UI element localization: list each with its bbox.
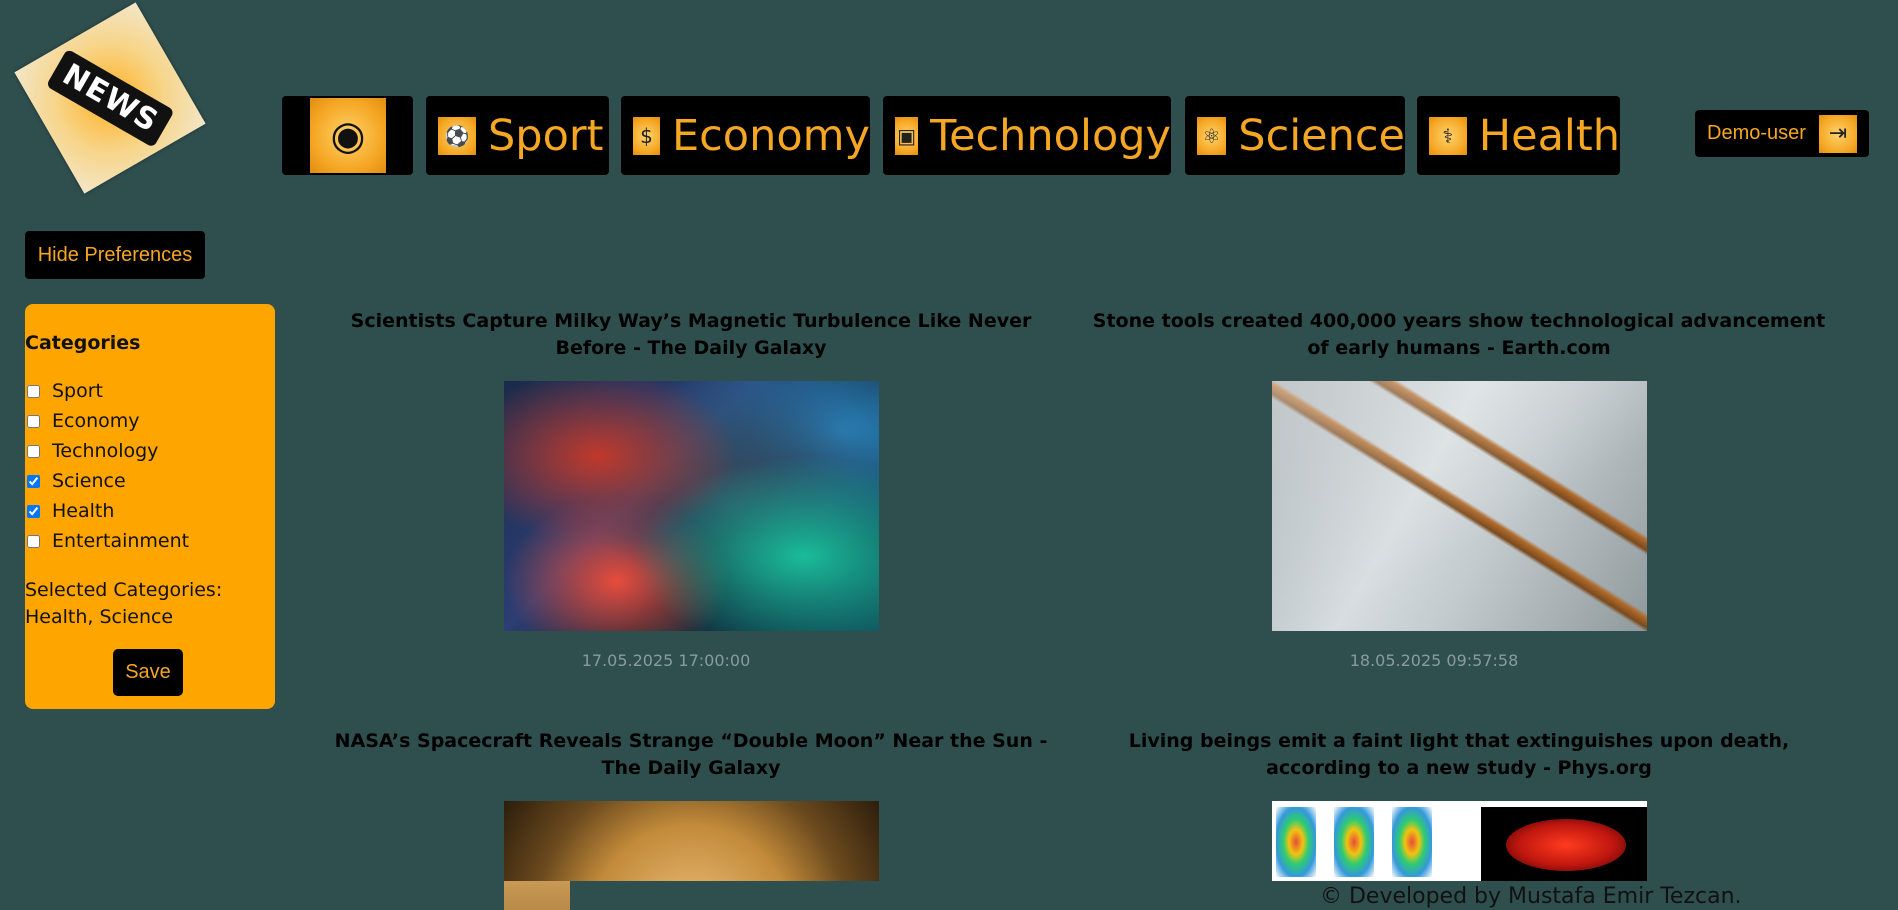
preferences-panel: Categories Sport Economy Technology Scie… (25, 304, 275, 709)
user-login-button[interactable]: Demo-user ⇥ (1695, 110, 1869, 157)
category-label: Science (52, 470, 126, 492)
selected-categories-label: Selected Categories: (25, 579, 223, 601)
home-button[interactable]: ◉ (282, 96, 413, 175)
selected-categories: Selected Categories: Health, Science (25, 577, 265, 631)
article-image[interactable] (504, 381, 879, 631)
image-fragment (1481, 807, 1647, 881)
category-entertainment[interactable]: Entertainment (25, 530, 189, 552)
category-technology[interactable]: Technology (25, 440, 158, 462)
article-image[interactable] (504, 801, 879, 910)
category-label: Health (52, 500, 115, 522)
category-sport-checkbox[interactable] (27, 384, 40, 398)
soccer-ball-icon: ⚽ (438, 116, 476, 155)
category-science[interactable]: Science (25, 470, 126, 492)
nav-sport-button[interactable]: ⚽ Sport (426, 96, 609, 175)
category-economy-checkbox[interactable] (27, 414, 40, 428)
category-economy[interactable]: Economy (25, 410, 140, 432)
headline-icon: ◉ (310, 98, 386, 173)
category-sport[interactable]: Sport (25, 380, 103, 402)
article-date: 18.05.2025 09:57:58 (1349, 651, 1519, 670)
image-fragment (1334, 807, 1374, 877)
nav-economy-label: Economy (671, 110, 870, 161)
category-label: Economy (52, 410, 140, 432)
save-button[interactable]: Save (113, 649, 183, 696)
image-fragment (1276, 807, 1316, 877)
nav-technology-label: Technology (930, 110, 1171, 161)
image-fragment (504, 881, 570, 910)
category-science-checkbox[interactable] (27, 474, 40, 488)
stethoscope-icon: ⚕ (1429, 116, 1467, 155)
article-image[interactable] (1272, 801, 1647, 881)
hide-preferences-button[interactable]: Hide Preferences (25, 231, 205, 279)
nav-science-label: Science (1238, 110, 1405, 161)
user-name: Demo-user (1707, 122, 1806, 144)
logo-text: NEWS (45, 48, 175, 148)
chip-icon: ▣ (895, 116, 919, 155)
article-title[interactable]: Living beings emit a faint light that ex… (1089, 728, 1829, 782)
category-label: Entertainment (52, 530, 190, 552)
article-title[interactable]: Scientists Capture Milky Way’s Magnetic … (321, 308, 1061, 362)
nav-economy-button[interactable]: $ Economy (621, 96, 870, 175)
news-logo[interactable]: NEWS (14, 2, 206, 194)
image-fragment (1506, 819, 1626, 871)
article-title[interactable]: Stone tools created 400,000 years show t… (1089, 308, 1829, 362)
category-label: Sport (52, 380, 104, 402)
article-title[interactable]: NASA’s Spacecraft Reveals Strange “Doubl… (321, 728, 1061, 782)
footer-credit: © Developed by Mustafa Emir Tezcan. (1320, 884, 1742, 909)
article-image[interactable] (1272, 381, 1647, 631)
login-icon: ⇥ (1819, 114, 1857, 153)
image-fragment (1392, 807, 1432, 877)
image-fragment (570, 881, 879, 910)
nav-science-button[interactable]: ⚛ Science (1185, 96, 1405, 175)
selected-categories-values: Health, Science (25, 606, 174, 628)
nav-health-button[interactable]: ⚕ Health (1417, 96, 1620, 175)
atom-icon: ⚛ (1197, 116, 1227, 155)
nav-sport-label: Sport (488, 110, 604, 161)
category-health-checkbox[interactable] (27, 504, 40, 518)
category-entertainment-checkbox[interactable] (27, 534, 40, 548)
dollar-icon: $ (633, 116, 660, 155)
category-label: Technology (52, 440, 159, 462)
article-date: 17.05.2025 17:00:00 (581, 651, 751, 670)
nav-health-label: Health (1478, 110, 1620, 161)
category-technology-checkbox[interactable] (27, 444, 40, 458)
nav-technology-button[interactable]: ▣ Technology (883, 96, 1171, 175)
categories-heading: Categories (25, 332, 141, 354)
category-health[interactable]: Health (25, 500, 114, 522)
